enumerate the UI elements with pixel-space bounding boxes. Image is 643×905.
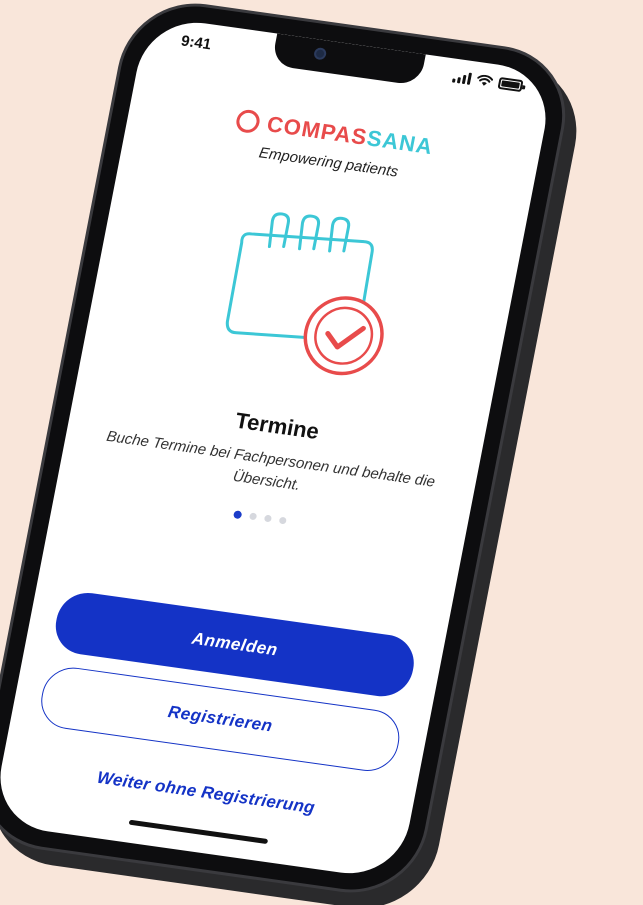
compass-logo-icon — [236, 109, 260, 133]
page-dot-3[interactable] — [263, 514, 272, 523]
calendar-check-icon — [225, 212, 384, 376]
status-time: 9:41 — [179, 32, 213, 54]
home-indicator[interactable] — [128, 819, 269, 845]
brand-name-part1: COMPAS — [264, 111, 370, 150]
phone-frame: 9:41 COMPASSANA Empowering patients Term… — [0, 0, 578, 902]
battery-icon — [497, 76, 524, 93]
status-icons — [451, 71, 524, 93]
page-dot-1[interactable] — [232, 510, 242, 520]
wifi-icon — [477, 74, 494, 86]
phone-screen: 9:41 COMPASSANA Empowering patients Term… — [0, 15, 556, 881]
notch — [271, 33, 426, 86]
page-dot-4[interactable] — [278, 516, 287, 525]
stage: 9:41 COMPASSANA Empowering patients Term… — [0, 0, 643, 905]
camera-icon — [313, 46, 328, 61]
brand-name-part2: SANA — [364, 125, 436, 160]
signal-icon — [451, 71, 473, 85]
phone-mockup: 9:41 COMPASSANA Empowering patients Term… — [0, 0, 590, 905]
page-dot-2[interactable] — [248, 512, 257, 521]
